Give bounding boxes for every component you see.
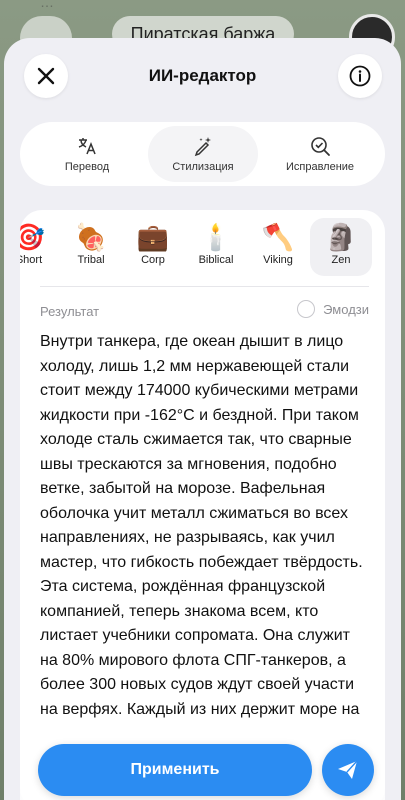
style-viking[interactable]: 🪓 Viking <box>247 218 309 276</box>
send-icon <box>338 760 358 779</box>
result-label: Результат <box>40 304 100 319</box>
briefcase-icon: 💼 <box>136 222 170 252</box>
style-corp-label: Corp <box>141 254 165 266</box>
background-faded-text: … <box>40 0 54 10</box>
emoji-toggle-label: Эмодзи <box>323 301 369 317</box>
style-short-label: Short <box>20 254 43 266</box>
divider <box>40 286 369 287</box>
radio-icon <box>297 300 316 318</box>
style-zen[interactable]: 🗿 Zen <box>310 218 372 276</box>
style-biblical[interactable]: 🕯️ Biblical <box>185 218 247 276</box>
result-text[interactable]: Внутри танкера, где океан дышит в лицо х… <box>40 330 372 722</box>
magic-pen-icon <box>194 137 211 157</box>
target-icon: 🎯 <box>20 222 46 252</box>
info-button[interactable] <box>338 54 382 98</box>
style-biblical-label: Biblical <box>198 254 234 266</box>
tab-correction[interactable]: Исправление <box>265 122 375 186</box>
style-viking-label: Viking <box>263 254 293 266</box>
send-button[interactable] <box>322 744 374 796</box>
style-short[interactable]: 🎯 Short <box>20 218 60 276</box>
result-card: 🎯 Short 🍖 Tribal 💼 Corp 🕯️ Biblical 🪓 Vi… <box>20 210 385 800</box>
style-corp[interactable]: 💼 Corp <box>122 218 184 276</box>
ai-editor-sheet: ИИ-редактор Перевод Стилизация Исправлен… <box>4 38 401 800</box>
style-zen-label: Zen <box>331 254 351 266</box>
translate-icon <box>78 138 96 155</box>
meat-icon: 🍖 <box>74 222 108 252</box>
apply-button[interactable]: Применить <box>38 744 312 796</box>
candle-icon: 🕯️ <box>199 222 233 252</box>
emoji-toggle[interactable]: Эмодзи <box>297 300 369 318</box>
tab-translate[interactable]: Перевод <box>32 122 142 186</box>
moai-icon: 🗿 <box>324 222 358 252</box>
axe-icon: 🪓 <box>261 222 295 252</box>
tab-translate-label: Перевод <box>64 161 110 173</box>
tab-stylize-label: Стилизация <box>172 161 234 173</box>
style-tribal[interactable]: 🍖 Tribal <box>60 218 122 276</box>
style-carousel[interactable]: 🎯 Short 🍖 Tribal 💼 Corp 🕯️ Biblical 🪓 Vi… <box>20 218 385 284</box>
style-tribal-label: Tribal <box>77 254 105 266</box>
tab-correction-label: Исправление <box>285 161 355 173</box>
mode-selector: Перевод Стилизация Исправление <box>20 122 385 186</box>
check-search-icon <box>311 137 330 156</box>
tab-stylize[interactable]: Стилизация <box>148 126 258 182</box>
info-icon <box>349 65 371 87</box>
